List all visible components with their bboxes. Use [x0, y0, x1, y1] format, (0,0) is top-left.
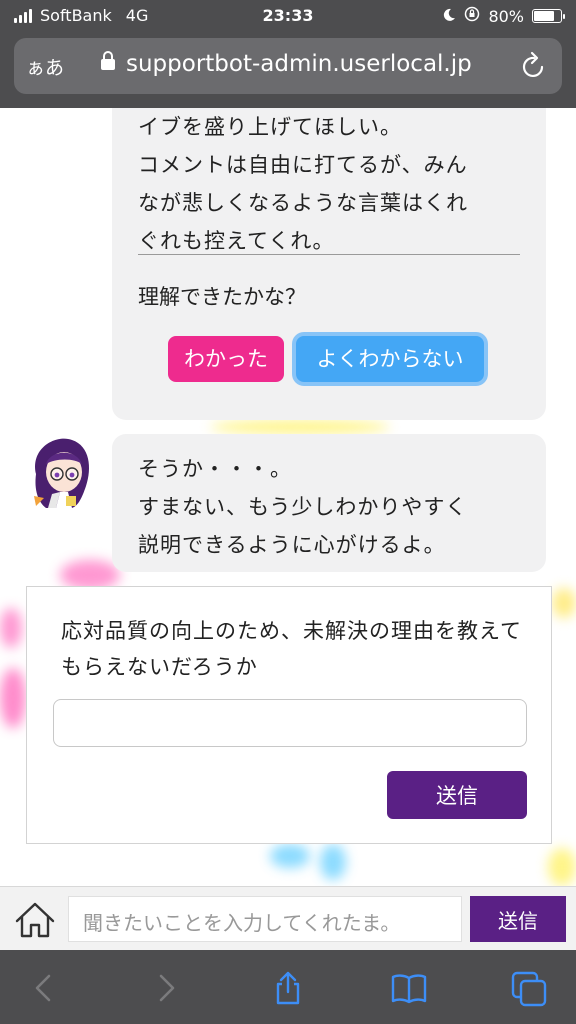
- chat-send-button[interactable]: 送信: [470, 896, 566, 942]
- moon-icon: [442, 7, 456, 26]
- share-icon[interactable]: [270, 970, 306, 1006]
- text-size-button[interactable]: ぁあ: [26, 53, 64, 80]
- battery-percent: 80%: [488, 6, 524, 26]
- choice-not-understood-button[interactable]: よくわからない: [292, 332, 488, 386]
- bot-avatar: [26, 434, 98, 510]
- browser-toolbar: [0, 950, 576, 1024]
- divider: [138, 254, 520, 255]
- forward-icon[interactable]: [148, 970, 184, 1006]
- back-icon[interactable]: [26, 970, 62, 1006]
- bot-message-bubble: そうか・・・。 すまない、もう少しわかりやすく 説明できるように心がけるよ。: [112, 434, 546, 572]
- lock-icon: [100, 51, 116, 77]
- chat-area[interactable]: イブを盛り上げてほしい。 コメントは自由に打てるが、みん なが悲しくなるような言…: [0, 108, 576, 886]
- chat-input-bar: 聞きたいことを入力してくれたま。 送信: [0, 886, 576, 950]
- decor-blob: [0, 668, 26, 728]
- feedback-input[interactable]: [53, 699, 527, 747]
- home-icon[interactable]: [14, 901, 56, 939]
- decor-blob: [270, 844, 310, 868]
- decor-blob: [210, 420, 390, 434]
- status-bar: SoftBank 4G 23:33 80%: [0, 0, 576, 34]
- bookmarks-icon[interactable]: [390, 970, 427, 1006]
- bot-message-text: イブを盛り上げてほしい。 コメントは自由に打てるが、みん なが悲しくなるような言…: [138, 115, 468, 253]
- tabs-icon[interactable]: [510, 970, 547, 1007]
- rotation-lock-icon: [464, 6, 480, 26]
- choice-understood-button[interactable]: わかった: [168, 336, 284, 382]
- feedback-question: 応対品質の向上のため、未解決の理由を教えてもらえないだろうか: [61, 619, 522, 679]
- bot-question-text: 理解できたかな？: [138, 285, 306, 309]
- feedback-send-button[interactable]: 送信: [387, 771, 527, 819]
- bot-message-bubble: イブを盛り上げてほしい。 コメントは自由に打てるが、みん なが悲しくなるような言…: [112, 108, 546, 420]
- decor-blob: [320, 844, 346, 880]
- reload-icon[interactable]: [520, 51, 548, 85]
- decor-blob: [548, 848, 576, 886]
- battery-icon: [532, 9, 565, 23]
- browser-chrome: SoftBank 4G 23:33 80% ぁあ supportbot-admi…: [0, 0, 576, 108]
- address-bar[interactable]: ぁあ supportbot-admin.userlocal.jp: [14, 38, 562, 94]
- feedback-form: 応対品質の向上のため、未解決の理由を教えてもらえないだろうか 送信: [26, 586, 552, 844]
- chat-input[interactable]: 聞きたいことを入力してくれたま。: [68, 896, 462, 942]
- url-text: supportbot-admin.userlocal.jp: [126, 51, 472, 77]
- decor-blob: [552, 588, 576, 618]
- decor-blob: [0, 608, 22, 648]
- bot-message-text: そうか・・・。 すまない、もう少しわかりやすく 説明できるように心がけるよ。: [138, 457, 468, 557]
